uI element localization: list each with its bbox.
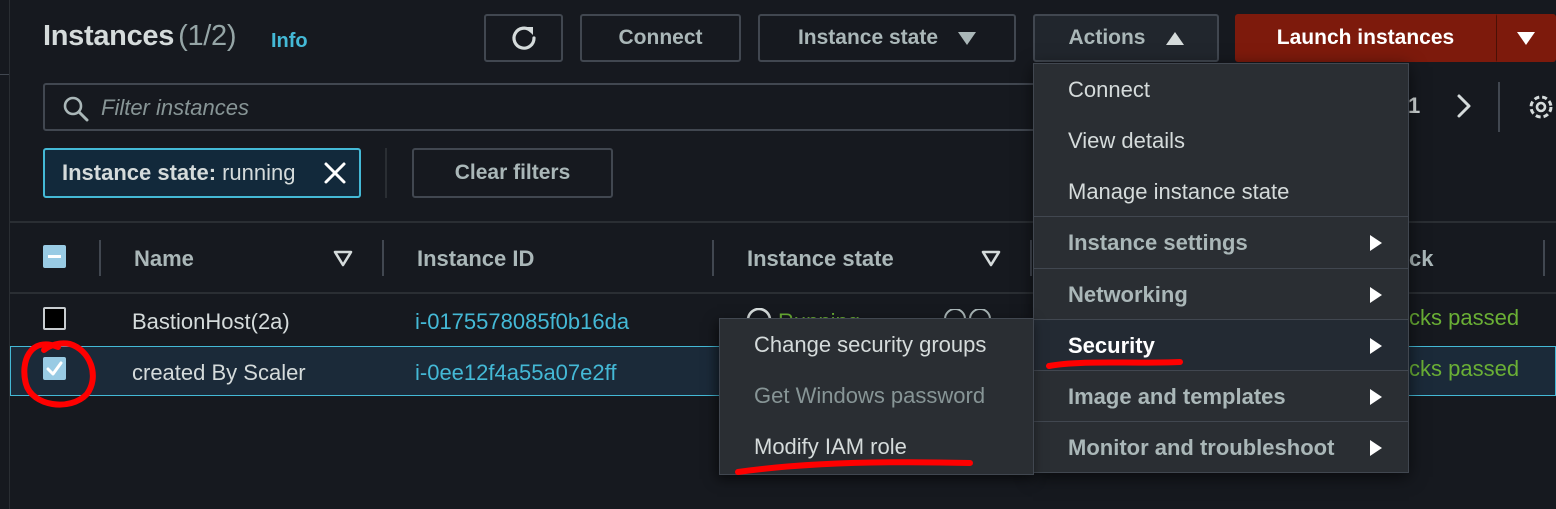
column-divider[interactable]	[712, 240, 714, 276]
select-all-checkbox[interactable]	[43, 245, 66, 268]
row-instance-id-link[interactable]: i-0ee12f4a55a07e2ff	[415, 360, 616, 386]
actions-menu: Connect View details Manage instance sta…	[1033, 63, 1409, 473]
caret-right-icon	[1370, 235, 1382, 251]
column-divider[interactable]	[382, 240, 384, 276]
selection-count: (1/2)	[178, 20, 237, 52]
info-link[interactable]: Info	[271, 30, 308, 53]
menu-group-instance-settings[interactable]: Instance settings	[1034, 217, 1408, 268]
actions-dropdown[interactable]: Actions	[1033, 14, 1219, 62]
refresh-icon	[511, 26, 536, 50]
row-checkbox[interactable]	[43, 307, 66, 330]
column-divider[interactable]	[99, 240, 101, 276]
caret-down-icon	[1516, 31, 1535, 45]
menu-group-label: Instance settings	[1068, 229, 1248, 255]
clear-filters-button[interactable]: Clear filters	[412, 148, 613, 198]
page-title-text: Instances	[43, 20, 175, 52]
ec2-instances-page: Instances (1/2) Info Connect Instance sta…	[0, 0, 1556, 509]
caret-down-icon	[958, 31, 977, 45]
submenu-item-change-security-groups[interactable]: Change security groups	[720, 319, 1033, 370]
current-page-number[interactable]: 1	[1408, 93, 1420, 119]
menu-group-label: Networking	[1068, 281, 1188, 307]
column-divider[interactable]	[1030, 240, 1032, 276]
filter-divider	[385, 148, 387, 198]
row-name: created By Scaler	[132, 360, 306, 385]
column-header-instance-state[interactable]: Instance state	[747, 246, 894, 272]
menu-item-connect[interactable]: Connect	[1034, 64, 1408, 115]
row-status-check: cks passed	[1409, 356, 1520, 381]
launch-instances-label: Launch instances	[1276, 26, 1455, 49]
menu-item-view-details[interactable]: View details	[1034, 115, 1408, 166]
launch-instances-button[interactable]: Launch instances	[1235, 14, 1496, 62]
menu-group-label: Monitor and troubleshoot	[1068, 434, 1335, 460]
row-checkbox-checked[interactable]	[43, 357, 66, 380]
left-edge-tick	[0, 74, 9, 75]
column-header-instance-id[interactable]: Instance ID	[417, 246, 534, 272]
submenu-item-modify-iam-role[interactable]: Modify IAM role	[720, 421, 1033, 472]
page-title: Instances (1/2)	[43, 20, 237, 53]
left-edge-divider	[9, 0, 10, 509]
caret-right-icon	[1370, 338, 1382, 354]
filter-instances-input[interactable]	[101, 95, 1001, 121]
menu-group-label: Security	[1068, 332, 1155, 358]
menu-group-security[interactable]: Security	[1034, 320, 1408, 371]
submenu-item-get-windows-password: Get Windows password	[754, 382, 986, 408]
menu-group-networking[interactable]: Networking	[1034, 269, 1408, 320]
menu-item-manage-instance-state[interactable]: Manage instance state	[1034, 166, 1408, 217]
sort-down-icon[interactable]	[333, 250, 353, 268]
caret-right-icon	[1370, 440, 1382, 456]
menu-group-image-and-templates[interactable]: Image and templates	[1034, 371, 1408, 422]
menu-group-monitor-and-troubleshoot[interactable]: Monitor and troubleshoot	[1034, 422, 1408, 473]
instance-state-dropdown[interactable]: Instance state	[758, 14, 1016, 62]
connect-button-label: Connect	[618, 26, 703, 49]
security-submenu: Change security groups Get Windows passw…	[719, 318, 1034, 475]
refresh-button[interactable]	[484, 14, 563, 62]
filter-token-instance-state[interactable]: Instance state: running	[43, 148, 361, 198]
column-header-status-check[interactable]: ck	[1409, 246, 1433, 272]
pagination-divider	[1498, 82, 1500, 132]
actions-dropdown-label: Actions	[1068, 26, 1146, 49]
search-icon	[63, 96, 89, 122]
caret-right-icon	[1370, 287, 1382, 303]
caret-right-icon	[1370, 389, 1382, 405]
close-icon[interactable]	[323, 161, 347, 185]
menu-group-label: Image and templates	[1068, 383, 1286, 409]
filter-token-value: running	[222, 160, 296, 185]
launch-options-button[interactable]	[1496, 14, 1556, 62]
sort-down-icon[interactable]	[981, 250, 1001, 268]
row-status-check: cks passed	[1409, 305, 1520, 330]
caret-up-icon	[1165, 31, 1184, 45]
checkmark-icon	[46, 361, 63, 376]
gear-icon[interactable]	[1524, 92, 1556, 122]
filter-token-key: Instance state:	[62, 160, 217, 185]
row-instance-id-link[interactable]: i-0175578085f0b16da	[415, 309, 629, 335]
clear-filters-label: Clear filters	[454, 161, 571, 184]
filter-bar	[43, 83, 1043, 131]
chevron-right-icon[interactable]	[1452, 92, 1476, 120]
column-divider[interactable]	[1543, 240, 1545, 276]
column-header-name[interactable]: Name	[134, 246, 194, 272]
row-name: BastionHost(2a)	[132, 309, 290, 334]
connect-button[interactable]: Connect	[580, 14, 741, 62]
instance-state-dropdown-label: Instance state	[797, 26, 939, 49]
